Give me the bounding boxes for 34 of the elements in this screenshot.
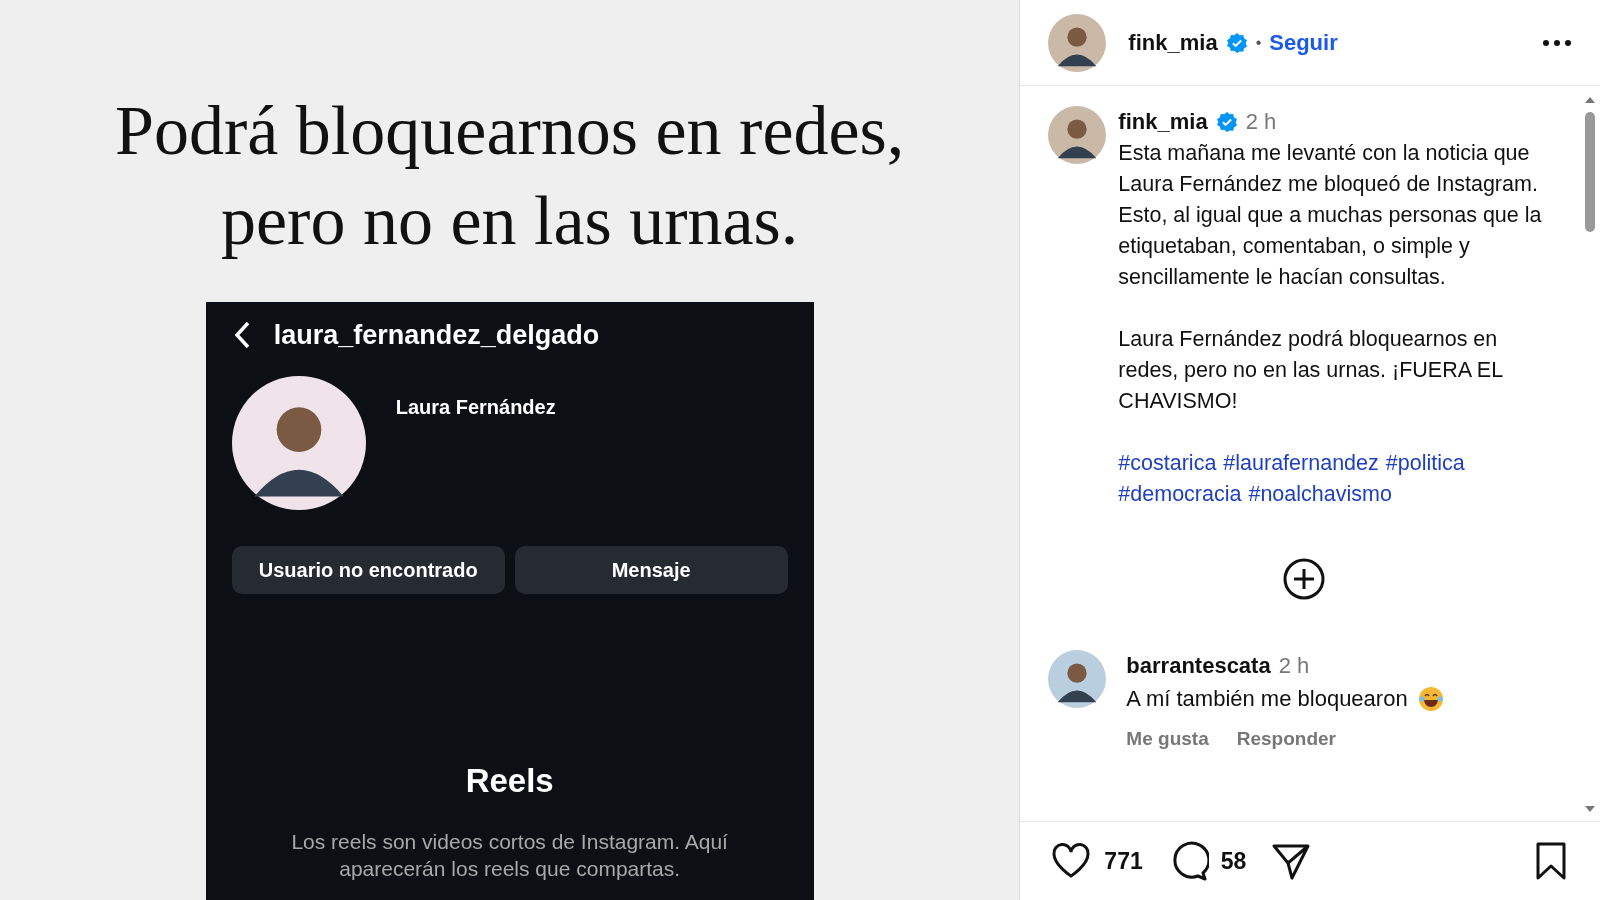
reels-description: Los reels son videos cortos de Instagram. Aquí aparecerán los reels que compartas. — [290, 829, 729, 882]
scrollbar-thumb[interactable] — [1585, 112, 1595, 232]
username[interactable]: fink_mia — [1118, 109, 1208, 135]
headline: pero no en las urnas. — [221, 181, 799, 261]
avatar — [1048, 106, 1107, 164]
timestamp: 2 h — [1245, 109, 1277, 135]
hashtag-link[interactable]: #democracia — [1118, 479, 1242, 510]
avatar — [1048, 13, 1107, 72]
comment-action[interactable]: Me gusta — [1126, 728, 1209, 750]
like-count: 771 — [1104, 847, 1143, 875]
separator: • — [1255, 33, 1262, 52]
more-icon[interactable] — [1542, 38, 1572, 47]
hashtag-link[interactable]: #costarica — [1118, 448, 1217, 479]
profile-button[interactable]: Mensaje — [514, 546, 788, 594]
profile-username: laura_fernandez_delgado — [273, 319, 600, 351]
headline: Podrá bloquearnos en redes, — [115, 91, 905, 171]
caption-text: Esta mañana me levanté con la noticia que Laura Fernández me bloqueó de Instagram. Esto, al igual que a muchas personas que la etiquetaban, comentaban, o simple y sencillamente le hacían consultas. — [1118, 140, 1543, 291]
username[interactable]: fink_mia — [1128, 29, 1218, 56]
profile-name: Laura Fernández — [395, 396, 556, 420]
profile-button[interactable]: Usuario no encontrado — [231, 546, 505, 594]
laughing-emoji-icon — [1417, 686, 1444, 712]
hashtag-link[interactable]: #politica — [1385, 448, 1465, 479]
hashtag-link[interactable]: #laurafernandez — [1223, 448, 1379, 479]
caption-text: Laura Fernández podrá bloquearnos en redes, pero no en las urnas. ¡FUERA EL CHAVISMO! — [1118, 326, 1504, 415]
timestamp: 2 h — [1278, 653, 1310, 679]
avatar — [1048, 650, 1107, 708]
reels-title: Reels — [464, 762, 555, 800]
hashtag-link[interactable]: #noalchavismo — [1248, 479, 1392, 510]
comment-count: 58 — [1220, 847, 1247, 875]
comment-action[interactable]: Responder — [1236, 728, 1336, 750]
comment-username[interactable]: barrantescata — [1126, 653, 1271, 679]
add-icon[interactable] — [1283, 558, 1326, 600]
comment-text: A mí también me bloquearon — [1126, 686, 1408, 712]
follow-link[interactable]: Seguir — [1269, 29, 1338, 56]
